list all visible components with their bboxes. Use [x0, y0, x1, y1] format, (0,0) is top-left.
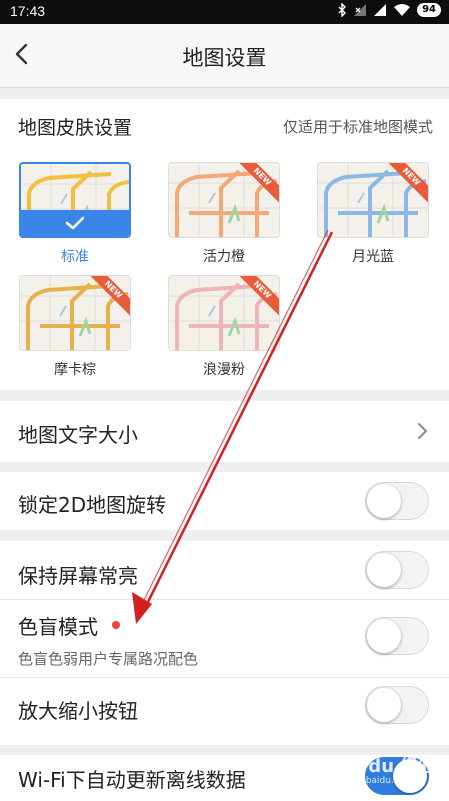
keep-screen-on-label: 保持屏幕常亮 [18, 564, 138, 588]
skin-thumb-2[interactable]: NEW [168, 162, 280, 238]
skin-label: 活力橙 [203, 249, 245, 265]
toggle-knob [367, 553, 401, 587]
skin-label: 月光蓝 [352, 249, 394, 265]
nav-bar: 地图设置 [0, 24, 449, 88]
battery-icon: 94 [417, 3, 441, 17]
wifi-update-label: Wi-Fi下自动更新离线数据 [18, 768, 246, 792]
new-badge-label: NEW [239, 163, 279, 203]
skin-label: 摩卡棕 [54, 362, 96, 378]
status-bar: 17:43 94 [0, 0, 449, 24]
color-blind-toggle[interactable] [365, 617, 429, 655]
wifi-icon [394, 4, 411, 16]
toggle-knob [367, 619, 401, 653]
bluetooth-icon [338, 3, 347, 17]
color-blind-description: 色盲色弱用户专属路况配色 [18, 650, 199, 668]
text-size-label: 地图文字大小 [18, 423, 138, 447]
toggle-knob [367, 484, 401, 518]
new-badge: NEW [239, 276, 279, 316]
color-blind-label: 色盲模式 [18, 615, 98, 639]
watermark-logo: Bai du 经验 jingyan.baidu.com [330, 752, 436, 786]
signal-x-icon [354, 4, 367, 16]
text-size-row[interactable]: 地图文字大小 [0, 401, 449, 462]
divider [0, 599, 449, 600]
zoom-buttons-toggle[interactable] [365, 686, 429, 724]
new-badge-label: NEW [239, 276, 279, 316]
red-dot-badge [112, 621, 120, 629]
new-badge-label: NEW [90, 276, 130, 316]
new-badge: NEW [239, 163, 279, 203]
checkmark-icon [21, 210, 129, 236]
keep-screen-on-toggle[interactable] [365, 551, 429, 589]
skin-note: 仅适用于标准地图模式 [282, 118, 433, 136]
new-badge: NEW [90, 276, 130, 316]
skin-label: 浪漫粉 [203, 362, 245, 378]
toggle-knob [367, 688, 401, 722]
skin-thumb-5[interactable]: NEW [168, 275, 280, 351]
status-time: 17:43 [10, 3, 46, 19]
watermark-url: jingyan.baidu.com [330, 776, 414, 786]
skin-thumb-3[interactable]: NEW [317, 162, 429, 238]
skin-heading: 地图皮肤设置 [18, 117, 133, 139]
skin-thumb-1[interactable] [19, 162, 131, 238]
signal-bars-icon [374, 4, 387, 16]
new-badge: NEW [388, 163, 428, 203]
page-title: 地图设置 [182, 46, 267, 70]
chevron-right-icon [418, 423, 428, 439]
map-skin-section: 地图皮肤设置 仅适用于标准地图模式 标准 NEW 活力橙 NEW 月光蓝 NEW 摩卡棕 NE… [0, 99, 449, 390]
display-settings-group: 保持屏幕常亮 色盲模式 色盲色弱用户专属路况配色 放大缩小按钮 [0, 541, 449, 745]
lock-rotation-row: 锁定2D地图旋转 [0, 472, 449, 530]
divider [0, 677, 449, 678]
lock-rotation-toggle[interactable] [365, 482, 429, 520]
status-icons: 94 [337, 3, 441, 17]
zoom-buttons-label: 放大缩小按钮 [18, 699, 138, 723]
skin-label: 标准 [61, 249, 89, 265]
lock-rotation-label: 锁定2D地图旋转 [18, 493, 167, 517]
skin-thumb-4[interactable]: NEW [19, 275, 131, 351]
watermark-brand: Bai du 经验 [330, 756, 437, 777]
new-badge-label: NEW [388, 163, 428, 203]
